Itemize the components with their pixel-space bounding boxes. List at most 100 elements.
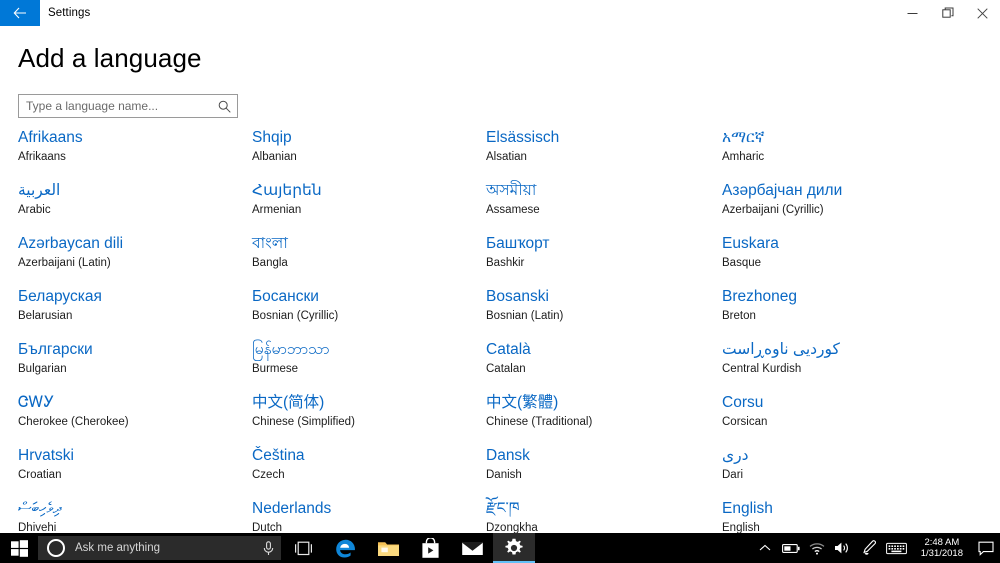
language-item[interactable]: Nederlands Dutch bbox=[252, 499, 482, 533]
language-item[interactable]: Bosanski Bosnian (Latin) bbox=[486, 287, 716, 340]
language-item[interactable]: Brezhoneg Breton bbox=[722, 287, 952, 340]
cortana-search-box[interactable]: Ask me anything bbox=[38, 536, 281, 560]
maximize-button[interactable] bbox=[930, 0, 965, 26]
taskbar-app-store[interactable] bbox=[409, 533, 451, 563]
language-english-name: English bbox=[722, 522, 760, 533]
language-item[interactable]: རྫོང་ཁ Dzongkha bbox=[486, 499, 716, 533]
language-item[interactable]: Hrvatski Croatian bbox=[18, 446, 248, 499]
action-center-icon bbox=[978, 541, 994, 556]
language-native-name: རྫོང་ཁ bbox=[486, 500, 520, 517]
language-english-name: Assamese bbox=[486, 204, 540, 216]
language-item[interactable]: বাংলা Bangla bbox=[252, 234, 482, 287]
language-english-name: Burmese bbox=[252, 363, 299, 375]
volume-button[interactable] bbox=[830, 533, 856, 563]
language-column-3: Elsässisch Alsatian অসমীয়া Assamese Башҡорт… bbox=[486, 128, 716, 533]
language-item[interactable]: Shqip Albanian bbox=[252, 128, 482, 181]
language-item[interactable]: မြန်မာဘာသာ Burmese bbox=[252, 340, 482, 393]
language-native-name: العربية bbox=[18, 182, 61, 199]
search-input[interactable] bbox=[19, 95, 212, 117]
language-english-name: Bosnian (Latin) bbox=[486, 310, 564, 322]
network-button[interactable] bbox=[804, 533, 830, 563]
language-english-name: Amharic bbox=[722, 151, 765, 163]
language-column-4: አማርኛ Amharic Азәрбајчан дили Azerbaijani (C… bbox=[722, 128, 952, 533]
language-search-box[interactable] bbox=[18, 94, 238, 118]
language-english-name: Armenian bbox=[252, 204, 302, 216]
close-button[interactable] bbox=[965, 0, 1000, 26]
minimize-button[interactable] bbox=[895, 0, 930, 26]
taskbar-app-file-explorer[interactable] bbox=[367, 533, 409, 563]
taskbar-app-mail[interactable] bbox=[451, 533, 493, 563]
wifi-icon bbox=[809, 542, 825, 555]
language-item[interactable]: کوردیی ناوەڕاست Central Kurdish bbox=[722, 340, 952, 393]
language-item[interactable]: Elsässisch Alsatian bbox=[486, 128, 716, 181]
language-native-name: Hrvatski bbox=[18, 447, 74, 464]
language-item[interactable]: Беларуская Belarusian bbox=[18, 287, 248, 340]
language-item[interactable]: অসমীয়া Assamese bbox=[486, 181, 716, 234]
keyboard-icon bbox=[886, 542, 908, 554]
cortana-placeholder: Ask me anything bbox=[75, 542, 161, 554]
language-item[interactable]: Corsu Corsican bbox=[722, 393, 952, 446]
language-native-name: Հայերեն bbox=[252, 182, 322, 199]
language-item[interactable]: Азәрбајчан дили Azerbaijani (Cyrillic) bbox=[722, 181, 952, 234]
language-item[interactable]: Български Bulgarian bbox=[18, 340, 248, 393]
microphone-button[interactable] bbox=[255, 540, 281, 556]
pen-workspace-button[interactable] bbox=[856, 533, 882, 563]
back-button[interactable] bbox=[0, 0, 40, 26]
taskbar: Ask me anything 2:48 AM 1/31/2018 bbox=[0, 533, 1000, 563]
language-item[interactable]: 中文(简体) Chinese (Simplified) bbox=[252, 393, 482, 446]
language-item[interactable]: Čeština Czech bbox=[252, 446, 482, 499]
language-native-name: English bbox=[722, 500, 773, 517]
language-native-name: Dansk bbox=[486, 447, 530, 464]
language-item[interactable]: English English bbox=[722, 499, 952, 533]
touch-keyboard-button[interactable] bbox=[882, 533, 912, 563]
battery-button[interactable] bbox=[778, 533, 804, 563]
language-native-name: Afrikaans bbox=[18, 129, 83, 146]
language-item[interactable]: Հայերեն Armenian bbox=[252, 181, 482, 234]
language-item[interactable]: Босански Bosnian (Cyrillic) bbox=[252, 287, 482, 340]
close-icon bbox=[977, 7, 988, 19]
title-bar: Settings bbox=[0, 0, 1000, 26]
language-item[interactable]: Euskara Basque bbox=[722, 234, 952, 287]
language-native-name: Elsässisch bbox=[486, 129, 560, 146]
language-english-name: Afrikaans bbox=[18, 151, 66, 163]
language-item[interactable]: 中文(繁體) Chinese (Traditional) bbox=[486, 393, 716, 446]
search-button[interactable] bbox=[212, 95, 237, 117]
language-native-name: অসমীয়া bbox=[486, 182, 537, 199]
language-english-name: Bulgarian bbox=[18, 363, 67, 375]
language-item[interactable]: Afrikaans Afrikaans bbox=[18, 128, 248, 181]
taskbar-app-settings[interactable] bbox=[493, 533, 535, 563]
language-item[interactable]: Català Catalan bbox=[486, 340, 716, 393]
action-center-button[interactable] bbox=[972, 533, 1000, 563]
task-view-button[interactable] bbox=[281, 533, 325, 563]
back-arrow-icon bbox=[13, 7, 26, 19]
minimize-icon bbox=[907, 12, 918, 14]
language-english-name: Breton bbox=[722, 310, 756, 322]
language-item[interactable]: Башҡорт Bashkir bbox=[486, 234, 716, 287]
clock-time: 2:48 AM bbox=[924, 537, 960, 548]
edge-icon bbox=[336, 539, 355, 558]
language-english-name: Bosnian (Cyrillic) bbox=[252, 310, 339, 322]
chevron-up-icon bbox=[759, 544, 771, 551]
restore-icon bbox=[941, 7, 953, 18]
language-native-name: ދިވެހިބަސް bbox=[18, 500, 62, 517]
microphone-icon bbox=[263, 540, 273, 555]
language-english-name: Albanian bbox=[252, 151, 297, 163]
language-english-name: Bangla bbox=[252, 257, 288, 269]
language-item[interactable]: Azərbaycan dili Azerbaijani (Latin) bbox=[18, 234, 248, 287]
app-title: Settings bbox=[48, 7, 91, 19]
language-item[interactable]: ᏣᎳᎩ Cherokee (Cherokee) bbox=[18, 393, 248, 446]
language-item[interactable]: አማርኛ Amharic bbox=[722, 128, 952, 181]
taskbar-clock[interactable]: 2:48 AM 1/31/2018 bbox=[912, 533, 972, 563]
show-hidden-icons-button[interactable] bbox=[752, 533, 778, 563]
language-item[interactable]: ދިވެހިބަސް Dhivehi bbox=[18, 499, 248, 533]
cortana-icon bbox=[47, 539, 65, 557]
language-item[interactable]: العربية Arabic bbox=[18, 181, 248, 234]
language-english-name: Belarusian bbox=[18, 310, 73, 322]
language-item[interactable]: Dansk Danish bbox=[486, 446, 716, 499]
battery-icon bbox=[781, 543, 800, 553]
taskbar-app-edge[interactable] bbox=[325, 533, 367, 563]
start-button[interactable] bbox=[0, 533, 38, 563]
language-english-name: Dzongkha bbox=[486, 522, 538, 533]
language-item[interactable]: دری Dari bbox=[722, 446, 952, 499]
language-native-name: Nederlands bbox=[252, 500, 332, 517]
